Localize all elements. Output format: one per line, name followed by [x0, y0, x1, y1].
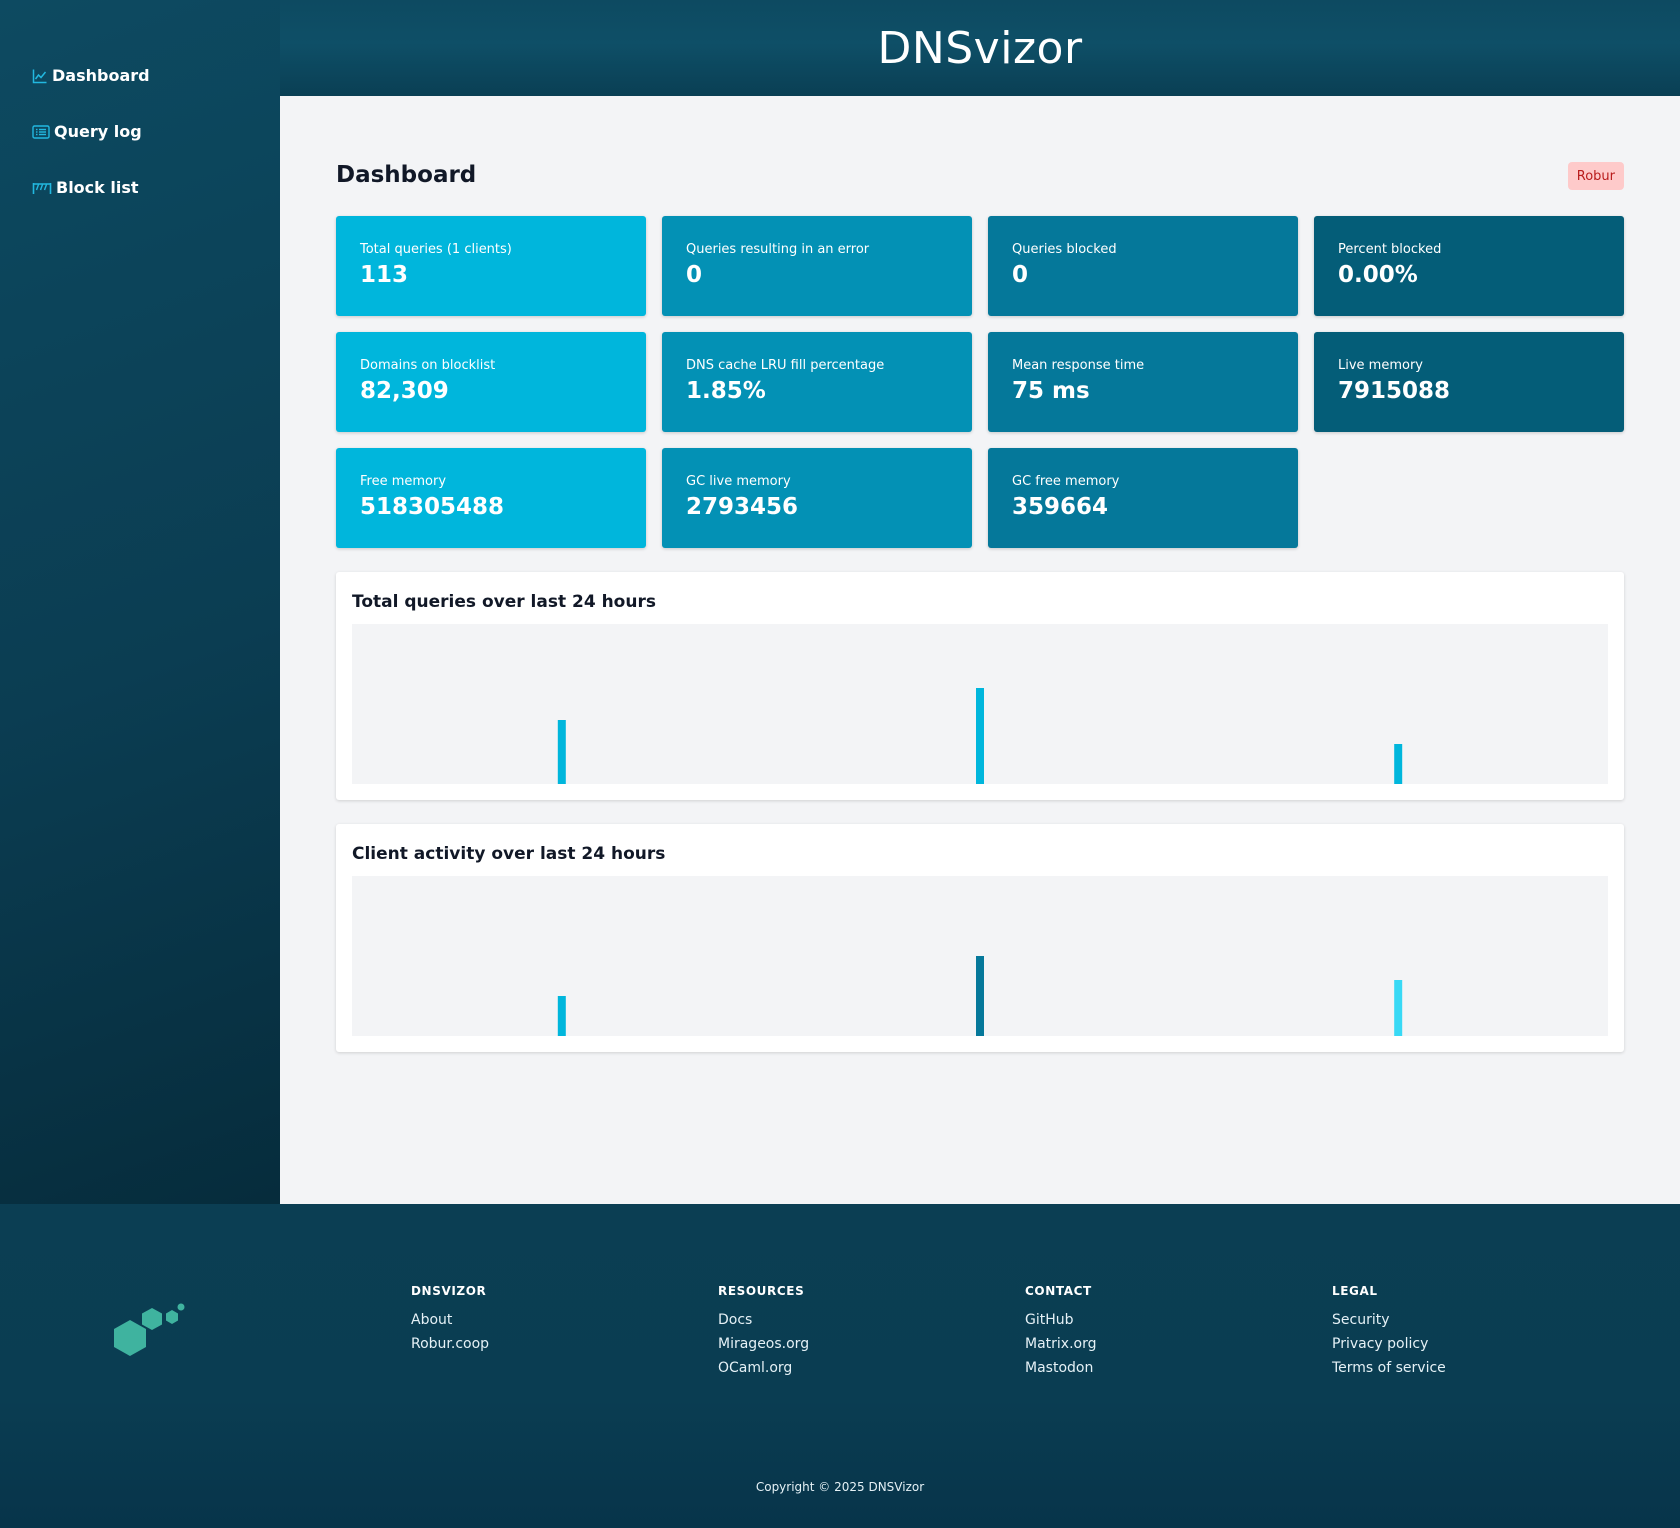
stat-value: 359664	[1012, 494, 1109, 520]
chart-title: Client activity over last 24 hours	[352, 844, 666, 864]
chart-title: Total queries over last 24 hours	[352, 592, 656, 612]
stat-card-live-memory: Live memory 7915088	[1314, 332, 1624, 432]
stat-card-free-memory: Free memory 518305488	[336, 448, 646, 548]
footer-column-legal: LEGAL Security Privacy policy Terms of s…	[1332, 1284, 1446, 1384]
footer-link-mastodon[interactable]: Mastodon	[1025, 1360, 1097, 1376]
sidebar-item-label: Query log	[54, 122, 142, 141]
chart-bar	[976, 956, 984, 1036]
footer-link-robur[interactable]: Robur.coop	[411, 1336, 489, 1352]
stat-card-gc-live-memory: GC live memory 2793456	[662, 448, 972, 548]
stat-value: 0	[686, 262, 703, 288]
footer-column-resources: RESOURCES Docs Mirageos.org OCaml.org	[718, 1284, 809, 1384]
copyright: Copyright © 2025 DNSVizor	[755, 1480, 925, 1494]
stat-value: 0.00%	[1338, 262, 1418, 288]
footer-link-about[interactable]: About	[411, 1312, 489, 1328]
stat-label: Total queries (1 clients)	[360, 242, 512, 257]
footer-link-matrix[interactable]: Matrix.org	[1025, 1336, 1097, 1352]
footer-heading: LEGAL	[1332, 1284, 1378, 1298]
stat-card-mean-response: Mean response time 75 ms	[988, 332, 1298, 432]
stat-label: GC live memory	[686, 474, 791, 489]
total-queries-chart	[557, 688, 1403, 784]
list-icon	[32, 124, 50, 139]
stat-label: GC free memory	[1012, 474, 1120, 489]
logo-icon	[114, 1303, 185, 1356]
footer-link-docs[interactable]: Docs	[718, 1312, 809, 1328]
stat-value: 0	[1012, 262, 1029, 288]
stat-value: 518305488	[360, 494, 505, 520]
stat-label: Live memory	[1338, 358, 1423, 373]
stat-card-cache-fill: DNS cache LRU fill percentage 1.85%	[662, 332, 972, 432]
sidebar: Dashboard Query log Block list	[0, 0, 280, 1204]
stat-label: Percent blocked	[1338, 242, 1442, 257]
footer-link-security[interactable]: Security	[1332, 1312, 1446, 1328]
chart-bar	[557, 996, 566, 1036]
client-activity-chart	[557, 956, 1403, 1036]
footer-column-dnsvizor: DNSVIZOR About Robur.coop	[411, 1284, 489, 1360]
stat-label: Free memory	[360, 474, 447, 489]
footer-link-terms[interactable]: Terms of service	[1332, 1360, 1446, 1376]
chart-bar	[557, 720, 566, 784]
chart-bar	[976, 688, 984, 784]
stat-label: Queries blocked	[1012, 242, 1117, 257]
stat-value: 113	[360, 262, 409, 288]
footer-heading: RESOURCES	[718, 1284, 805, 1298]
footer-link-github[interactable]: GitHub	[1025, 1312, 1097, 1328]
footer-column-contact: CONTACT GitHub Matrix.org Mastodon	[1025, 1284, 1097, 1384]
app-title: DNSvizor	[877, 22, 1083, 74]
page-title: Dashboard	[336, 162, 477, 188]
sidebar-item-label: Block list	[56, 178, 139, 197]
fence-icon	[32, 182, 52, 194]
footer-link-ocaml[interactable]: OCaml.org	[718, 1360, 809, 1376]
top-header: DNSvizor	[280, 0, 1680, 96]
stat-value: 2793456	[686, 494, 799, 520]
sidebar-item-label: Dashboard	[52, 66, 150, 85]
chart-area	[352, 624, 1608, 784]
footer-link-mirageos[interactable]: Mirageos.org	[718, 1336, 809, 1352]
sidebar-item-query-log[interactable]: Query log	[32, 122, 142, 141]
stat-value: 1.85%	[686, 378, 766, 404]
stat-value: 7915088	[1338, 378, 1451, 404]
chart-bar	[1394, 980, 1403, 1036]
chart-area	[352, 876, 1608, 1036]
stat-value: 75 ms	[1012, 378, 1090, 404]
stat-card-queries-blocked: Queries blocked 0	[988, 216, 1298, 316]
stat-card-domains-blocklist: Domains on blocklist 82,309	[336, 332, 646, 432]
stat-card-gc-free-memory: GC free memory 359664	[988, 448, 1298, 548]
sidebar-item-block-list[interactable]: Block list	[32, 178, 139, 197]
footer-heading: DNSVIZOR	[411, 1284, 487, 1298]
stat-card-percent-blocked: Percent blocked 0.00%	[1314, 216, 1624, 316]
stat-label: Domains on blocklist	[360, 358, 496, 373]
stat-value: 82,309	[360, 378, 449, 404]
stat-label: Queries resulting in an error	[686, 242, 870, 257]
sidebar-item-dashboard[interactable]: Dashboard	[32, 66, 150, 85]
stat-label: Mean response time	[1012, 358, 1145, 373]
stat-card-total-queries: Total queries (1 clients) 113	[336, 216, 646, 316]
footer-heading: CONTACT	[1025, 1284, 1092, 1298]
stat-card-queries-error: Queries resulting in an error 0	[662, 216, 972, 316]
org-badge: Robur	[1567, 162, 1624, 190]
footer-link-privacy[interactable]: Privacy policy	[1332, 1336, 1446, 1352]
footer: DNSVIZOR About Robur.coop RESOURCES Docs…	[0, 1204, 1680, 1528]
chart-line-icon	[32, 69, 47, 83]
stat-label: DNS cache LRU fill percentage	[686, 358, 885, 373]
chart-bar	[1394, 744, 1403, 784]
chart-card-client-activity: Client activity over last 24 hours	[336, 824, 1624, 1052]
chart-card-total-queries: Total queries over last 24 hours	[336, 572, 1624, 800]
main-content: Dashboard Robur Total queries (1 clients…	[280, 96, 1680, 1204]
